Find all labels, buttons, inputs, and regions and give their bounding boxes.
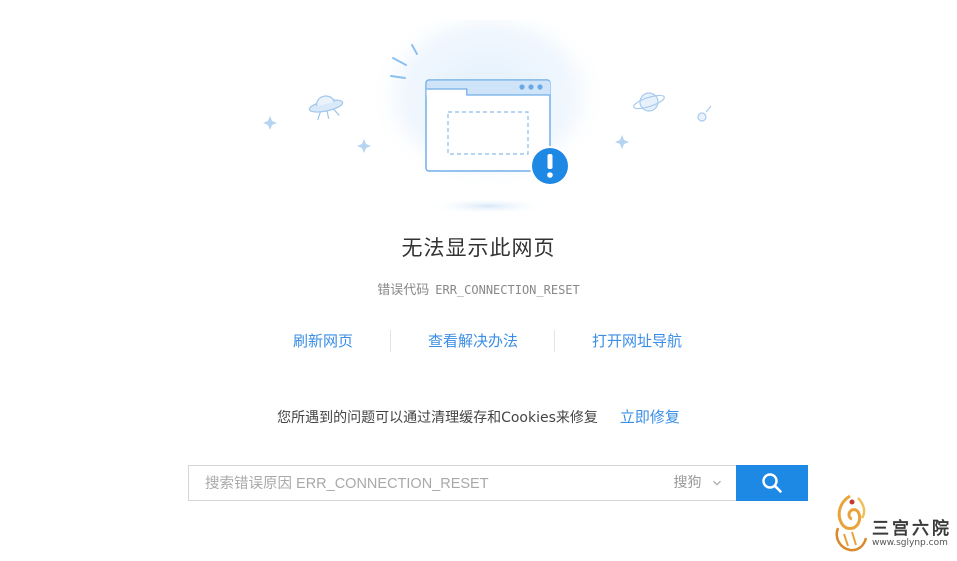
error-code-label: 错误代码 (377, 283, 430, 298)
action-divider (554, 330, 555, 352)
refresh-page-link[interactable]: 刷新网页 (293, 330, 353, 351)
chevron-down-icon (713, 480, 721, 486)
search-button[interactable] (736, 465, 808, 501)
search-icon (762, 473, 782, 493)
action-links: 刷新网页 查看解决办法 打开网址导航 (0, 330, 957, 352)
action-divider (390, 330, 391, 352)
fix-now-link[interactable]: 立即修复 (620, 408, 680, 426)
warning-badge-icon (530, 146, 570, 186)
search-input[interactable] (203, 466, 667, 502)
ufo-icon (308, 95, 344, 121)
open-url-navigation-link[interactable]: 打开网址导航 (592, 330, 682, 351)
search-engine-select[interactable]: 搜狗 (674, 466, 722, 500)
page-title: 无法显示此网页 (401, 236, 556, 260)
watermark-text: 三宫六院 (872, 519, 952, 539)
search-engine-label: 搜狗 (673, 475, 702, 491)
planet-icon (633, 92, 665, 112)
watermark: 三宫六院 www.sglynp.com (828, 488, 956, 558)
error-code-line: 错误代码 ERR_CONNECTION_RESET (0, 279, 957, 298)
error-illustration (263, 20, 712, 214)
comet-icon (697, 105, 712, 122)
browser-window-icon (425, 79, 551, 172)
watermark-url: www.sglynp.com (872, 538, 948, 548)
error-code-value: ERR_CONNECTION_RESET (435, 283, 580, 297)
view-solutions-link[interactable]: 查看解决办法 (428, 330, 518, 351)
fix-hint-line: 您所遇到的问题可以通过清理缓存和Cookies来修复 立即修复 (0, 406, 957, 427)
fix-hint-text: 您所遇到的问题可以通过清理缓存和Cookies来修复 (277, 410, 598, 426)
search-box: 搜狗 (188, 465, 736, 502)
phoenix-logo-icon (835, 494, 868, 552)
